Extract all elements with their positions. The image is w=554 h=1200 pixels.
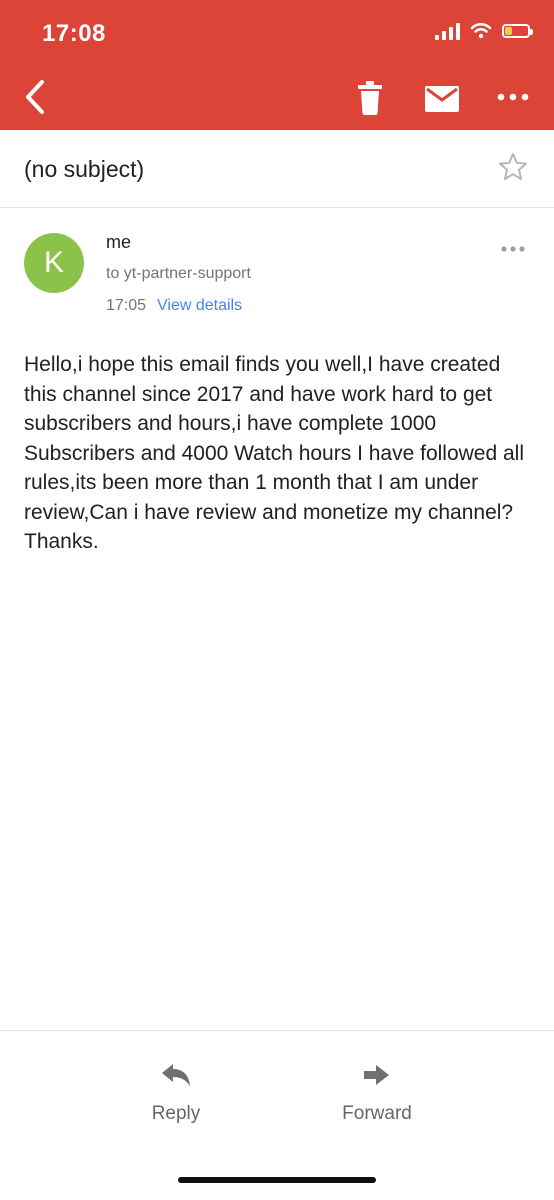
email-actions-bar: Reply Forward <box>0 1030 554 1200</box>
cellular-signal-icon <box>435 22 460 40</box>
forward-label: Forward <box>342 1103 412 1124</box>
email-detail-screen: 17:08 (no subject) K me to yt-partner-su… <box>0 0 554 1200</box>
back-chevron-icon[interactable] <box>18 78 52 116</box>
star-icon[interactable] <box>498 152 528 182</box>
home-indicator <box>178 1177 376 1183</box>
wifi-icon <box>470 23 492 39</box>
reply-button[interactable]: Reply <box>111 1053 241 1143</box>
reply-arrow-icon <box>162 1064 190 1086</box>
sender-avatar[interactable]: K <box>24 233 84 293</box>
email-subject-row: (no subject) <box>0 130 554 208</box>
email-body: Hello,i hope this email finds you well,I… <box>24 353 525 553</box>
sent-time: 17:05 <box>106 297 147 314</box>
reply-label: Reply <box>151 1103 201 1124</box>
email-subject: (no subject) <box>24 156 145 182</box>
mark-unread-mail-icon[interactable] <box>424 84 460 114</box>
forward-button[interactable]: Forward <box>312 1053 442 1143</box>
view-details-link[interactable]: View details <box>157 297 242 315</box>
status-icons <box>435 22 533 40</box>
battery-icon <box>502 24 533 38</box>
sender-name: me <box>106 232 132 252</box>
status-time: 17:08 <box>42 20 106 47</box>
message-more-icon[interactable] <box>500 244 526 254</box>
app-header: 17:08 <box>0 0 554 130</box>
more-options-icon[interactable] <box>496 90 530 104</box>
recipient-line: to yt-partner-support <box>106 265 251 282</box>
forward-arrow-icon <box>364 1065 389 1085</box>
trash-icon[interactable] <box>356 80 384 116</box>
